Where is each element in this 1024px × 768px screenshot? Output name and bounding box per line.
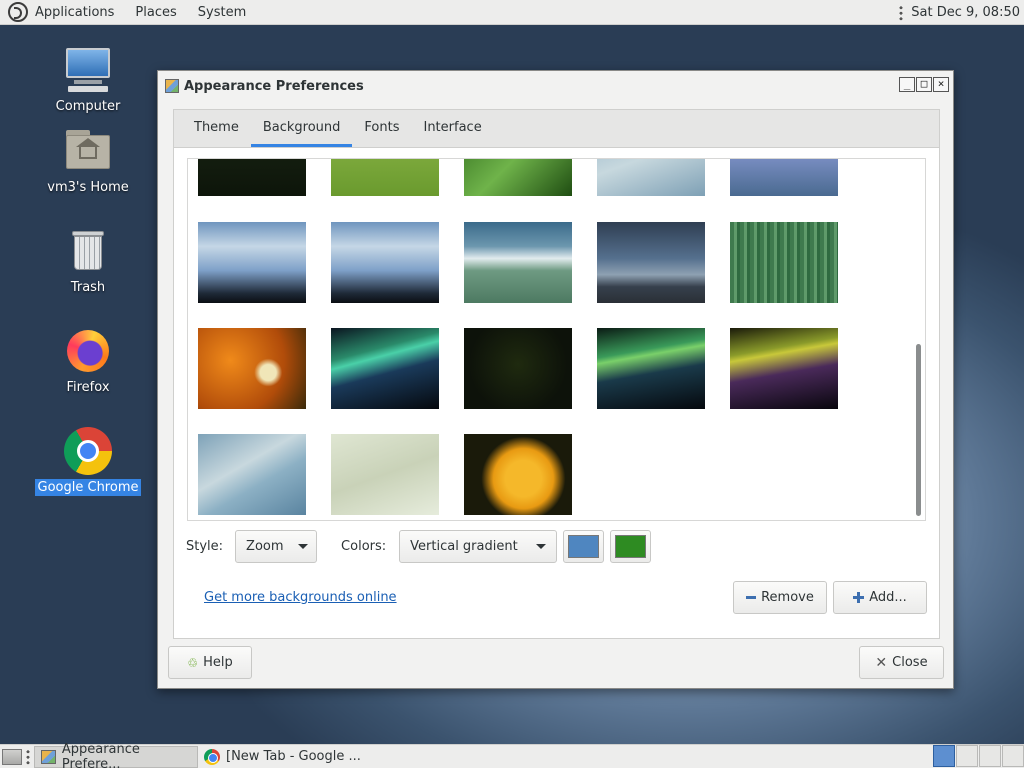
taskbar-item-chrome[interactable]: [New Tab - Google ...: [198, 746, 368, 768]
remove-button[interactable]: Remove: [733, 581, 827, 614]
scrollbar-thumb[interactable]: [916, 344, 921, 516]
workspace-3[interactable]: [979, 745, 1001, 767]
clock[interactable]: Sat Dec 9, 08:50: [911, 5, 1020, 20]
wallpaper-thumbnail[interactable]: [730, 328, 838, 409]
panel-handle[interactable]: [899, 4, 904, 21]
minimize-button[interactable]: _: [899, 77, 915, 92]
primary-color-swatch: [568, 534, 600, 558]
primary-color-button[interactable]: [563, 529, 605, 563]
computer-icon: [64, 46, 112, 94]
close-button[interactable]: ✕ Close: [859, 646, 944, 679]
show-desktop-icon[interactable]: [2, 748, 22, 765]
desktop-icon-label: Computer: [55, 99, 121, 114]
places-menu[interactable]: Places: [135, 5, 176, 20]
wallpaper-thumbnail[interactable]: [331, 328, 439, 409]
applications-menu[interactable]: Applications: [35, 5, 114, 20]
chrome-icon: [64, 427, 112, 475]
colors-label: Colors:: [341, 538, 387, 554]
maximize-button[interactable]: □: [916, 77, 932, 92]
wallpaper-thumbnail[interactable]: [464, 328, 572, 409]
wallpaper-thumbnail[interactable]: [198, 328, 306, 409]
style-dropdown-value: Zoom: [246, 538, 284, 554]
plus-icon: [853, 592, 865, 603]
close-window-button[interactable]: ×: [933, 77, 949, 92]
wallpaper-thumbnail[interactable]: [730, 222, 838, 303]
help-icon: ♲: [187, 655, 199, 670]
wallpaper-thumbnail[interactable]: [331, 434, 439, 515]
desktop-icon-computer[interactable]: Computer: [33, 46, 143, 115]
background-page: Style: Zoom Colors: Vertical gradient Ge…: [173, 147, 940, 639]
desktop-icon-label: Google Chrome: [34, 479, 142, 496]
appearance-icon: [41, 749, 56, 764]
tab-background[interactable]: Background: [250, 110, 353, 147]
window-title: Appearance Preferences: [184, 78, 364, 94]
tab-fonts[interactable]: Fonts: [352, 110, 411, 147]
close-icon: ✕: [875, 654, 888, 671]
workspace-4[interactable]: [1002, 745, 1024, 767]
desktop-icon-label: vm3's Home: [47, 180, 129, 195]
remove-button-label: Remove: [761, 590, 814, 605]
add-button-label: Add...: [869, 590, 907, 605]
wallpaper-thumbnail[interactable]: [597, 159, 705, 196]
wallpaper-thumbnail[interactable]: [597, 328, 705, 409]
colors-dropdown-value: Vertical gradient: [410, 538, 518, 554]
wallpaper-thumbnail[interactable]: [730, 159, 838, 196]
wallpaper-thumbnail[interactable]: [464, 434, 572, 515]
wallpaper-thumbnail[interactable]: [198, 434, 306, 515]
style-label: Style:: [186, 538, 224, 554]
secondary-color-swatch: [615, 534, 647, 558]
desktop-icon-trash[interactable]: Trash: [33, 227, 143, 296]
tab-theme[interactable]: Theme: [182, 110, 251, 147]
colors-dropdown[interactable]: Vertical gradient: [399, 529, 558, 563]
titlebar[interactable]: Appearance Preferences _ □ ×: [158, 71, 953, 101]
help-button-label: Help: [203, 655, 233, 670]
desktop-icon-firefox[interactable]: Firefox: [33, 327, 143, 396]
desktop-icon-chrome[interactable]: Google Chrome: [33, 427, 143, 496]
top-panel: Applications Places System Sat Dec 9, 08…: [0, 0, 1024, 25]
chrome-icon: [204, 748, 220, 765]
help-button[interactable]: ♲ Help: [168, 646, 252, 679]
secondary-color-button[interactable]: [610, 529, 652, 563]
taskbar-item-label: Appearance Prefere...: [61, 741, 140, 768]
appearance-preferences-window: Appearance Preferences _ □ × Theme Backg…: [157, 70, 954, 689]
firefox-icon: [64, 327, 112, 375]
trash-icon: [64, 227, 112, 275]
workspace-2[interactable]: [956, 745, 978, 767]
tab-bar: Theme Background Fonts Interface: [173, 109, 940, 147]
wallpaper-thumbnail[interactable]: [198, 222, 306, 303]
wallpaper-thumbnail[interactable]: [464, 159, 572, 196]
wallpaper-thumbnail[interactable]: [331, 222, 439, 303]
add-button[interactable]: Add...: [833, 581, 927, 614]
home-folder-icon: [64, 127, 112, 175]
wallpaper-thumbnail[interactable]: [597, 222, 705, 303]
workspace-switcher: [932, 745, 1024, 768]
chevron-down-icon: [536, 543, 547, 549]
wallpaper-thumbnail[interactable]: [198, 159, 306, 196]
style-dropdown[interactable]: Zoom: [235, 529, 318, 563]
mate-logo-icon[interactable]: [8, 2, 28, 22]
chevron-down-icon: [297, 543, 308, 549]
wallpaper-thumbnail[interactable]: [331, 159, 439, 196]
panel-handle[interactable]: [26, 748, 30, 765]
notebook: Theme Background Fonts Interface Style: …: [173, 109, 940, 639]
taskbar-item-appearance[interactable]: Appearance Prefere...: [34, 742, 198, 768]
wallpaper-thumbnail[interactable]: [464, 222, 572, 303]
more-backgrounds-link[interactable]: Get more backgrounds online: [204, 590, 397, 605]
desktop-icon-label: Firefox: [66, 380, 110, 395]
minus-icon: [746, 596, 757, 599]
taskbar-item-label: [New Tab - Google ...: [226, 749, 361, 764]
desktop-icon-home[interactable]: vm3's Home: [33, 127, 143, 196]
style-row: Style: Zoom Colors: Vertical gradient: [186, 529, 652, 563]
appearance-icon: [165, 79, 179, 93]
workspace-1[interactable]: [933, 745, 955, 767]
system-menu[interactable]: System: [198, 5, 246, 20]
wallpaper-scrollbar[interactable]: [913, 159, 923, 520]
wallpaper-grid: [187, 158, 926, 521]
close-button-label: Close: [892, 655, 928, 670]
bottom-panel: Appearance Prefere... [New Tab - Google …: [0, 742, 1024, 768]
tab-interface[interactable]: Interface: [411, 110, 493, 147]
desktop-icon-label: Trash: [70, 280, 106, 295]
